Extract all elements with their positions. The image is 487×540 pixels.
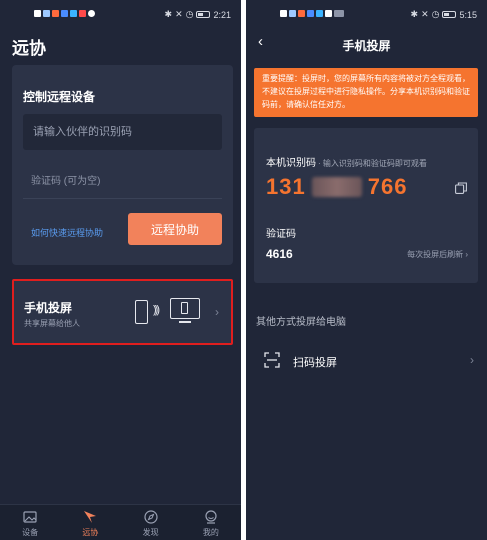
device-id-card: 本机识别码 · 输入识别码和验证码即可观看 131 766 验证码 4616 每次… [254,128,478,283]
scan-to-cast-label: 扫码投屏 [293,357,337,369]
notification-icon [280,10,287,17]
app-icon [79,10,86,17]
screen-cast-entry[interactable]: 手机投屏 共享屏幕给他人 ))) › [12,279,233,345]
monitor-icon [170,298,200,319]
bottom-tab-bar: 设备 远协 发现 我的 [0,504,241,540]
bluetooth-icon: ✱ [410,9,419,19]
device-id-prefix: 131 [266,174,306,199]
mute-icon: ✕ [175,9,183,19]
tab-label: 我的 [202,528,219,537]
status-right: ✱ ✕ ◷ 2:21 [165,9,231,20]
app-icon [307,10,314,17]
page-title: 手机投屏 [342,39,391,53]
cast-subtitle: 共享屏幕给他人 [24,319,80,328]
remote-assist-button[interactable]: 远程协助 [128,213,222,245]
notification-icon [34,10,41,17]
app-icon [316,10,323,17]
phone-icon [135,300,148,324]
copy-icon[interactable] [455,182,467,194]
status-bar: ✱ ✕ ◷ 5:15 [246,0,487,28]
alarm-icon: ◷ [431,9,440,19]
tab-devices[interactable]: 设备 [0,505,60,540]
tab-label: 远协 [82,528,99,537]
status-time: 5:15 [459,9,477,20]
signal-waves-icon: ))) [153,304,160,316]
monitor-phone-icon [181,302,188,314]
app-icon [61,10,68,17]
image-icon [23,511,37,523]
bluetooth-icon: ✱ [164,9,173,19]
remote-control-card: 控制远程设备 如何快速远程协助 远程协助 [12,65,233,265]
app-title: 远协 [12,39,46,58]
wifi-icon [43,10,50,17]
alarm-icon: ◷ [185,9,194,19]
partner-id-input[interactable] [23,114,222,150]
device-id-label: 本机识别码 [266,158,316,169]
tab-discover[interactable]: 发现 [121,505,181,540]
tab-me[interactable]: 我的 [181,505,241,540]
profile-icon [205,510,217,524]
device-id-number: 131 766 [266,174,407,200]
app-icon [70,10,77,17]
app-icon [88,10,95,17]
device-id-label-row: 本机识别码 · 输入识别码和验证码即可观看 [266,154,427,169]
tab-remote-assist[interactable]: 远协 [60,505,120,540]
verification-code-label: 验证码 [266,229,296,240]
card-title: 控制远程设备 [23,90,96,104]
screen-cast-screen: ✱ ✕ ◷ 5:15 ‹ 手机投屏 重要提醒：投屏时，您的屏幕所有内容将被对方全… [246,0,487,540]
more-icon [334,10,344,17]
remote-assist-screen: ✱ ✕ ◷ 2:21 远协 控制远程设备 如何快速远程协助 远程协助 手机投屏 … [0,0,241,540]
scan-to-cast-row[interactable]: 扫码投屏 › [254,342,478,378]
battery-icon [196,11,211,18]
verification-code-value: 4616 [266,247,293,261]
notification-icons [280,10,344,17]
battery-icon [442,11,457,18]
tab-label: 发现 [142,528,159,537]
scan-icon [264,352,280,368]
device-id-hint: · 输入识别码和验证码即可观看 [318,159,427,168]
device-id-suffix: 766 [367,174,408,199]
privacy-notice: 重要提醒：投屏时，您的屏幕所有内容将被对方全程观看，不建议在投屏过程中进行隐私操… [254,68,478,117]
status-time: 2:21 [213,9,231,20]
app-icon [52,10,59,17]
app-icon [325,10,332,17]
tab-label: 设备 [22,528,39,537]
notification-icons [34,10,95,17]
chevron-right-icon: › [215,305,219,319]
app-icon [298,10,305,17]
redacted-digits [311,177,362,197]
cast-title: 手机投屏 [24,301,73,315]
status-bar: ✱ ✕ ◷ 2:21 [0,0,241,28]
remote-assist-icon [84,511,97,523]
refresh-note: 每次投屏后刷新 › [407,250,468,259]
monitor-stand-icon [179,321,191,323]
other-methods-title: 其他方式投屏给电脑 [256,317,346,328]
mute-icon: ✕ [421,9,429,19]
chevron-right-icon: › [470,353,474,367]
compass-icon [144,510,158,524]
help-link[interactable]: 如何快速远程协助 [31,226,103,239]
status-right: ✱ ✕ ◷ 5:15 [411,9,477,20]
verification-code-input[interactable] [23,165,222,199]
wifi-icon [289,10,296,17]
